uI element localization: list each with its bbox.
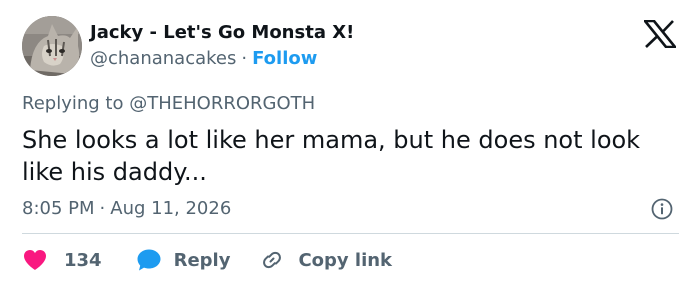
link-icon	[263, 251, 282, 269]
tweet-time[interactable]: 8:05 PM	[22, 198, 95, 219]
tweet-text: She looks a lot like her mama, but he do…	[22, 126, 641, 186]
copy-link-button[interactable]: Copy link	[260, 248, 392, 272]
divider	[22, 233, 679, 234]
reply-mention[interactable]: @THEHORRORGOTH	[129, 93, 315, 114]
tweet-date[interactable]: Aug 11, 2026	[110, 198, 231, 219]
author-handle[interactable]: @chananacakes	[90, 48, 236, 69]
author-display-name[interactable]: Jacky - Let's Go Monsta X!	[90, 21, 354, 45]
handle-separator: ·	[241, 48, 248, 69]
like-button[interactable]: 134	[22, 248, 102, 272]
follow-button[interactable]: Follow	[252, 48, 317, 69]
reply-context: Replying to @THEHORRORGOTH	[22, 92, 315, 116]
tweet-card: Jacky - Let's Go Monsta X! @chananacakes…	[0, 0, 700, 287]
like-count: 134	[64, 249, 102, 271]
reply-button[interactable]: Reply	[136, 248, 231, 272]
speech-bubble-icon	[137, 249, 161, 271]
tweet-actions: 134 Reply Copy link	[22, 246, 392, 274]
info-icon[interactable]	[651, 198, 673, 220]
timestamp-separator: ·	[99, 198, 106, 219]
copy-link-label: Copy link	[298, 249, 393, 271]
author-handle-row: @chananacakes · Follow	[90, 47, 317, 71]
heart-icon	[24, 250, 46, 270]
x-logo-icon[interactable]	[642, 19, 678, 49]
reply-label: Reply	[173, 249, 231, 271]
avatar[interactable]	[22, 16, 82, 76]
cat-avatar-icon	[22, 16, 82, 76]
reply-prefix: Replying to	[22, 93, 124, 114]
tweet-timestamp[interactable]: 8:05 PM · Aug 11, 2026	[22, 197, 231, 221]
